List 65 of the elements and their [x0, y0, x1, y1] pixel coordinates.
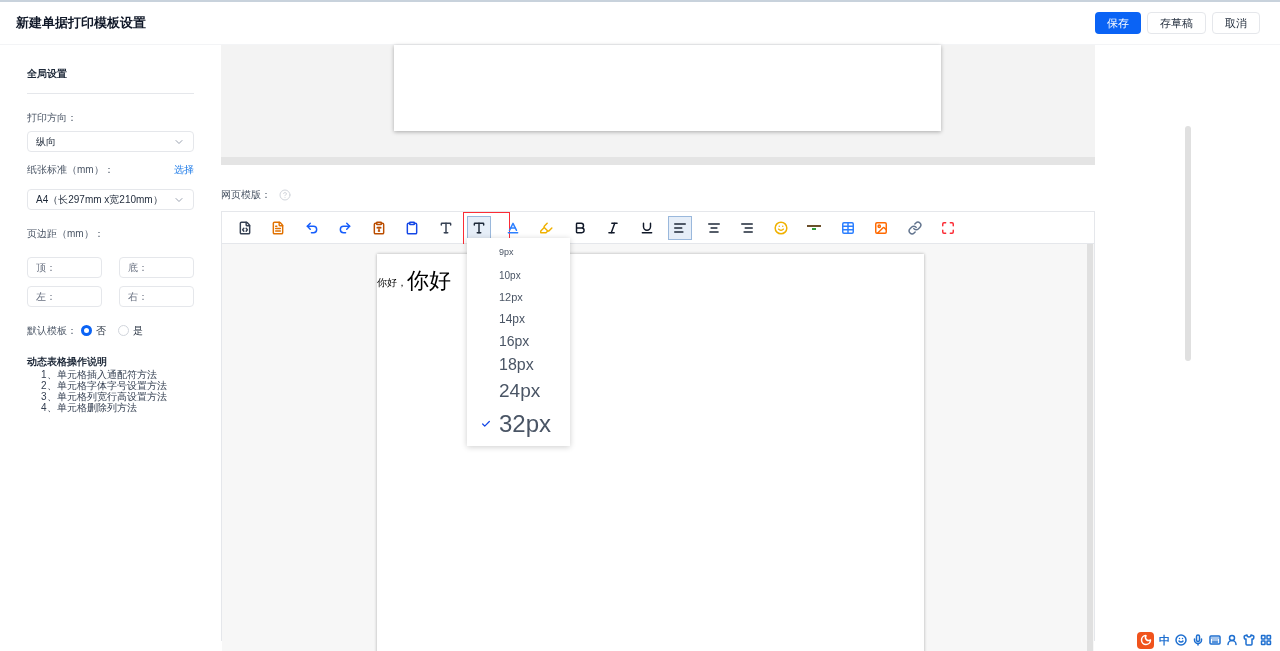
- font-size-option[interactable]: 9px: [467, 242, 570, 264]
- shirt-icon[interactable]: [1243, 634, 1255, 646]
- primary-button[interactable]: 保存: [1095, 12, 1141, 34]
- margin-field[interactable]: 底：: [118, 257, 194, 278]
- field-label: 页边距（mm）：: [27, 227, 105, 241]
- image-icon: [874, 220, 889, 235]
- highlighter-icon: [539, 220, 554, 235]
- align-center-icon: [706, 220, 721, 235]
- font-size-option[interactable]: 14px: [467, 308, 570, 330]
- clipboard-icon: [405, 220, 420, 235]
- secondary-button[interactable]: 存草稿: [1147, 12, 1206, 34]
- secondary-button[interactable]: 取消: [1212, 12, 1260, 34]
- help-item: 2、单元格字体字号设置方法: [40, 380, 168, 391]
- keyboard-icon[interactable]: [1209, 634, 1221, 646]
- field-label: 默认模板：: [27, 324, 77, 338]
- smiley-icon[interactable]: [1175, 634, 1187, 646]
- help-item: 1、单元格插入通配符方法: [40, 369, 157, 380]
- source-icon: [237, 220, 252, 235]
- editor-label: 网页模版：: [221, 188, 271, 202]
- toolbar-button[interactable]: [467, 215, 492, 240]
- field-label: 打印方向：: [27, 111, 78, 125]
- radio-option[interactable]: 是: [118, 323, 143, 338]
- link-icon: [907, 220, 922, 235]
- section-title: 全局设置: [27, 66, 194, 94]
- underline-icon: [639, 220, 654, 235]
- orientation-select[interactable]: 纵向: [27, 131, 194, 152]
- page-title: 新建单据打印模板设置: [16, 14, 146, 33]
- font-size-option[interactable]: 12px: [467, 286, 570, 308]
- font-size-option[interactable]: 32px: [467, 405, 570, 442]
- font-icon: [438, 220, 453, 235]
- table-icon: [840, 220, 855, 235]
- paper-select[interactable]: A4（长297mm x宽210mm）: [27, 189, 194, 210]
- redo-icon: [338, 220, 353, 235]
- horizontal-rule-icon: [807, 223, 822, 232]
- editor-text: 你好，: [377, 276, 407, 290]
- margin-field[interactable]: 右：: [118, 286, 194, 307]
- margin-field[interactable]: 左：: [27, 286, 102, 307]
- help-icon: [279, 188, 291, 201]
- fullscreen-icon: [941, 220, 956, 235]
- toolbar-button[interactable]: [668, 215, 693, 240]
- grid-icon[interactable]: [1260, 634, 1272, 646]
- font-size-option[interactable]: 10px: [467, 264, 570, 286]
- align-left-icon: [673, 220, 688, 235]
- choose-link[interactable]: 选择: [174, 162, 194, 177]
- user-icon[interactable]: [1226, 634, 1238, 646]
- document-icon: [271, 220, 286, 235]
- font-color-icon: [505, 220, 520, 235]
- undo-icon: [304, 220, 319, 235]
- microphone-icon[interactable]: [1192, 634, 1204, 646]
- help-title: 动态表格操作说明: [27, 355, 108, 369]
- help-item: 4、单元格删除列方法: [40, 402, 138, 413]
- italic-icon: [606, 220, 621, 235]
- align-right-icon: [740, 220, 755, 235]
- help-item: 3、单元格列宽行高设置方法: [40, 391, 168, 402]
- input-mode[interactable]: 中: [1159, 631, 1170, 649]
- field-label: 纸张标准（mm）：: [27, 163, 114, 177]
- editor-text: 你好: [407, 268, 451, 294]
- font-size-option[interactable]: 16px: [467, 330, 570, 352]
- text-size-icon: [472, 220, 487, 235]
- radio-option[interactable]: 否: [81, 323, 106, 338]
- margin-field[interactable]: 顶：: [27, 257, 102, 278]
- font-size-option[interactable]: 24px: [467, 377, 570, 406]
- clipboard-icon: [371, 220, 386, 235]
- smiley-icon: [773, 220, 788, 235]
- font-size-option[interactable]: 18px: [467, 352, 570, 377]
